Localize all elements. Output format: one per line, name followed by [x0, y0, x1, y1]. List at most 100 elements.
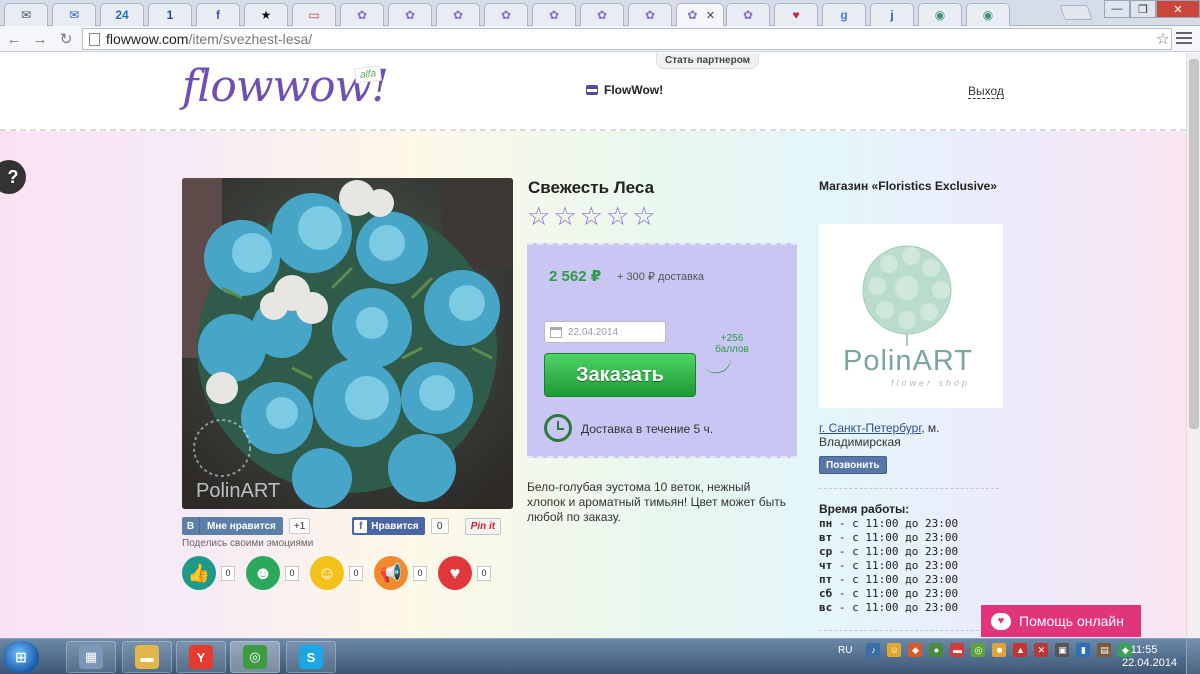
product-photo[interactable]: PolinART — [182, 178, 513, 509]
browser-tab[interactable]: ✿ — [388, 3, 432, 26]
taskbar-clock[interactable]: 11:55 22.04.2014 — [1122, 644, 1178, 670]
browser-tab[interactable]: ▭ — [292, 3, 336, 26]
vk-like-button[interactable]: B Мне нравится — [182, 517, 283, 535]
browser-tab[interactable]: ★ — [244, 3, 288, 26]
browser-tab[interactable]: ✿ — [340, 3, 384, 26]
browser-tab[interactable]: ✿ — [628, 3, 672, 26]
start-button-icon[interactable]: ⊞ — [3, 641, 39, 673]
browser-tab[interactable]: 24 — [100, 3, 144, 26]
facebook-like-label: Нравится — [371, 520, 419, 532]
taskbar-app-yandex[interactable]: Y — [176, 641, 226, 673]
shop-logo-name: PolinART — [843, 345, 973, 377]
back-button[interactable]: ← — [4, 29, 24, 49]
facebook-like-button[interactable]: f Нравится — [352, 517, 425, 535]
rating-stars[interactable]: ☆ ☆ ☆ ☆ ☆ — [527, 203, 659, 229]
product-title: Свежесть Леса — [528, 178, 655, 197]
browser-tab[interactable]: ✿ — [726, 3, 770, 26]
browser-tab[interactable]: ◉ — [918, 3, 962, 26]
scrollbar-thumb[interactable] — [1189, 59, 1199, 429]
tray-app-icon[interactable]: ▣ — [1055, 643, 1070, 657]
window-close-button[interactable]: ✕ — [1156, 0, 1200, 18]
taskbar-app-explorer[interactable]: ▬ — [122, 641, 172, 673]
browser-tab[interactable]: ✿ — [436, 3, 480, 26]
tray-app-icon[interactable]: ◆ — [908, 643, 923, 657]
browser-tab[interactable]: ✿ — [580, 3, 624, 26]
show-desktop-button[interactable] — [1186, 639, 1200, 674]
reload-button[interactable]: ↻ — [56, 29, 76, 49]
call-button[interactable]: Позвонить — [819, 456, 887, 474]
browser-tab[interactable]: ✉ — [52, 3, 96, 26]
page-scrollbar[interactable] — [1186, 53, 1200, 638]
taskbar-app-chrome[interactable]: ◎ — [230, 641, 280, 673]
shop-title[interactable]: Магазин «Floristics Exclusive» — [819, 179, 1009, 194]
calendar-icon — [550, 326, 562, 338]
help-online-button[interactable]: ♥ Помощь онлайн — [981, 605, 1141, 637]
browser-tab[interactable]: f — [196, 3, 240, 26]
product-description: Бело-голубая эустома 10 веток, нежный хл… — [527, 480, 786, 524]
language-indicator[interactable]: RU — [838, 645, 852, 656]
tray-app-icon[interactable]: ✕ — [1034, 643, 1049, 657]
megaphone-icon[interactable]: 📢 — [374, 556, 408, 590]
pinterest-pin-button[interactable]: Pin it — [464, 517, 502, 535]
browser-tab-strip: ✉ ✉ 24 1 f ★ ▭ ✿ ✿ ✿ ✿ ✿ ✿ ✿ ✿ ✕ ✿ ♥ g j ◉ ◉ — ❐ ✕ — [0, 0, 1200, 26]
close-tab-icon[interactable]: ✕ — [706, 9, 715, 22]
shop-logo[interactable]: PolinART flower shop — [819, 224, 1003, 408]
system-tray: RU ♪ ☺ ◆ ● ▬ ◎ ☻ ▲ ✕ ▣ ▮ ▤ ◆ — [838, 643, 1139, 657]
thumbs-up-icon[interactable]: 👍 — [182, 556, 216, 590]
flowwow-brand-link[interactable]: FlowWow! — [586, 83, 663, 97]
tray-app-icon[interactable]: ☻ — [992, 643, 1007, 657]
rating-star-icon[interactable]: ☆ — [553, 203, 576, 229]
become-partner-link[interactable]: Стать партнером — [656, 53, 760, 69]
minimize-button[interactable]: — — [1104, 0, 1130, 18]
taskbar-app-calculator[interactable]: ▦ — [66, 641, 116, 673]
address-bar[interactable]: flowwow.com/item/svezhest-lesa/ — [82, 28, 1172, 50]
browser-menu-icon[interactable] — [1176, 30, 1192, 46]
surprised-icon[interactable]: ☺ — [310, 556, 344, 590]
browser-tab[interactable]: ✉ — [4, 3, 48, 26]
antivirus-icon[interactable]: ▲ — [1013, 643, 1028, 657]
hours-row: ср - с 11:00 до 23:00 — [819, 545, 958, 559]
order-button[interactable]: Заказать — [544, 353, 696, 397]
browser-tab[interactable]: ✿ — [532, 3, 576, 26]
browser-tab[interactable]: ✿ — [484, 3, 528, 26]
browser-tab[interactable]: ◉ — [966, 3, 1010, 26]
browser-tab[interactable]: ♥ — [774, 3, 818, 26]
hours-day: пн — [819, 517, 833, 530]
new-tab-button[interactable] — [1059, 5, 1093, 20]
hours-row: сб - с 11:00 до 23:00 — [819, 587, 958, 601]
product-price: 2 562 ₽ — [549, 268, 602, 285]
chrome-icon: ◎ — [243, 645, 267, 669]
shop-city-link[interactable]: г. Санкт-Петербург — [819, 421, 921, 435]
taskbar-app-skype[interactable]: S — [286, 641, 336, 673]
rating-star-icon[interactable]: ☆ — [632, 203, 655, 229]
laugh-icon[interactable]: ☻ — [246, 556, 280, 590]
rating-star-icon[interactable]: ☆ — [580, 203, 603, 229]
browser-tab[interactable]: g — [822, 3, 866, 26]
rating-star-icon[interactable]: ☆ — [527, 203, 550, 229]
browser-tab[interactable]: j — [870, 3, 914, 26]
emoticon-tray-icon[interactable]: ☺ — [887, 643, 902, 657]
opening-hours: пн - с 11:00 до 23:00 вт - с 11:00 до 23:… — [819, 517, 958, 615]
shop-logo-tagline: flower shop — [891, 378, 971, 388]
forward-button[interactable]: → — [30, 29, 50, 49]
tray-app-icon[interactable]: ◎ — [971, 643, 986, 657]
heart-icon[interactable]: ♥ — [438, 556, 472, 590]
clock-date: 22.04.2014 — [1122, 657, 1178, 669]
flag-icon[interactable]: ▬ — [950, 643, 965, 657]
maximize-button[interactable]: ❐ — [1130, 0, 1156, 18]
logout-link[interactable]: Выход — [968, 84, 1004, 99]
rating-star-icon[interactable]: ☆ — [606, 203, 629, 229]
tray-app-icon[interactable]: ▤ — [1097, 643, 1112, 657]
volume-icon[interactable]: ♪ — [866, 643, 881, 657]
browser-tab[interactable]: ✿ ✕ — [676, 3, 724, 26]
browser-tab[interactable]: 1 — [148, 3, 192, 26]
help-button[interactable]: ? — [0, 160, 26, 194]
tray-app-icon[interactable]: ● — [929, 643, 944, 657]
mail-icon: ✉ — [20, 8, 32, 22]
network-icon[interactable]: ▮ — [1076, 643, 1091, 657]
delivery-date-field[interactable]: 22.04.2014 — [544, 321, 666, 343]
emotion-count: 0 — [349, 565, 363, 581]
window-controls: — ❐ ✕ — [1104, 0, 1200, 18]
bookmark-star-icon[interactable]: ☆ — [1156, 29, 1170, 49]
emotion-count: 0 — [285, 565, 299, 581]
